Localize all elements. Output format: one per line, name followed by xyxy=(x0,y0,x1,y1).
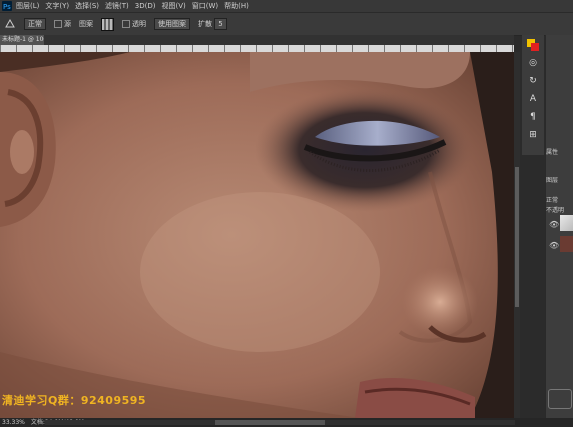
right-panels: 属性 图层 正常 不透明 xyxy=(545,35,573,427)
options-bar: 正常 源 图案 透明 使用图案 扩散 5 xyxy=(0,12,573,36)
watermark-text: 清迪学习Q群：92409595 xyxy=(2,394,147,407)
pattern-swatch[interactable] xyxy=(101,17,114,31)
opacity-label: 不透明 xyxy=(546,207,565,214)
menu-select[interactable]: 选择(S) xyxy=(75,1,99,11)
menu-type[interactable]: 文字(Y) xyxy=(45,1,69,11)
transparent-label: 透明 xyxy=(132,20,146,28)
svg-text:Ps: Ps xyxy=(3,3,11,11)
vertical-scroll-thumb[interactable] xyxy=(515,167,519,307)
horizontal-scroll-thumb[interactable] xyxy=(215,420,325,425)
layer-visibility-eye-icon[interactable]: 👁 xyxy=(549,220,559,229)
diffusion-label: 扩散 xyxy=(198,20,212,28)
vertical-scrollbar[interactable] xyxy=(514,52,520,418)
menu-view[interactable]: 视图(V) xyxy=(161,1,185,11)
mode-dropdown[interactable]: 正常 xyxy=(24,18,46,30)
chat-icon[interactable] xyxy=(548,389,572,409)
source-option[interactable]: 源 xyxy=(54,19,71,29)
quick-mask-icon[interactable]: ◎ xyxy=(527,57,539,69)
menu-filter[interactable]: 滤镜(T) xyxy=(105,1,129,11)
properties-tab[interactable]: 属性 xyxy=(546,147,573,156)
source-label: 源 xyxy=(64,20,71,28)
diffusion-value[interactable]: 5 xyxy=(214,18,227,30)
paragraph-icon[interactable]: ¶ xyxy=(527,111,539,123)
menu-bar: Ps 图层(L) 文字(Y) 选择(S) 滤镜(T) 3D(D) 视图(V) 窗… xyxy=(0,0,573,12)
color-swatches-icon[interactable] xyxy=(527,39,539,51)
pattern-option[interactable]: 图案 xyxy=(79,19,93,29)
use-pattern-button[interactable]: 使用图案 xyxy=(154,18,190,30)
adjust-icon[interactable]: ⊞ xyxy=(527,129,539,141)
menu-3d[interactable]: 3D(D) xyxy=(135,2,156,10)
menu-window[interactable]: 窗口(W) xyxy=(192,1,218,11)
menu-layer[interactable]: 图层(L) xyxy=(16,1,39,11)
image-canvas[interactable] xyxy=(0,52,514,418)
layer2-thumbnail[interactable] xyxy=(560,236,573,252)
rotate-view-icon[interactable]: ↻ xyxy=(527,75,539,87)
transparent-checkbox[interactable] xyxy=(122,20,130,28)
pattern-label: 图案 xyxy=(79,20,93,28)
blend-mode-dropdown[interactable]: 正常 xyxy=(546,195,573,204)
source-radio[interactable] xyxy=(54,20,62,28)
face-photo xyxy=(0,52,514,418)
layers-tab[interactable]: 图层 xyxy=(546,175,573,184)
zoom-level[interactable]: 33.33% xyxy=(2,419,25,426)
character-icon[interactable]: A xyxy=(527,93,539,105)
menu-help[interactable]: 帮助(H) xyxy=(224,1,249,11)
transparent-option[interactable]: 透明 xyxy=(122,19,146,29)
layer-thumbnail[interactable] xyxy=(560,215,573,231)
tools-panel: ◎ ↻ A ¶ ⊞ xyxy=(522,35,544,155)
diffusion-option[interactable]: 扩散 5 xyxy=(198,18,227,30)
document-tab[interactable]: 未标题-1 @ 100%(RGB/8) xyxy=(0,35,44,45)
photoshop-logo-icon: Ps xyxy=(2,1,12,11)
patch-tool-icon[interactable] xyxy=(4,18,16,30)
tab-bar xyxy=(0,35,514,45)
top-ruler xyxy=(0,45,514,52)
layer2-visibility-eye-icon[interactable]: 👁 xyxy=(549,241,559,250)
horizontal-scrollbar[interactable] xyxy=(45,420,515,425)
